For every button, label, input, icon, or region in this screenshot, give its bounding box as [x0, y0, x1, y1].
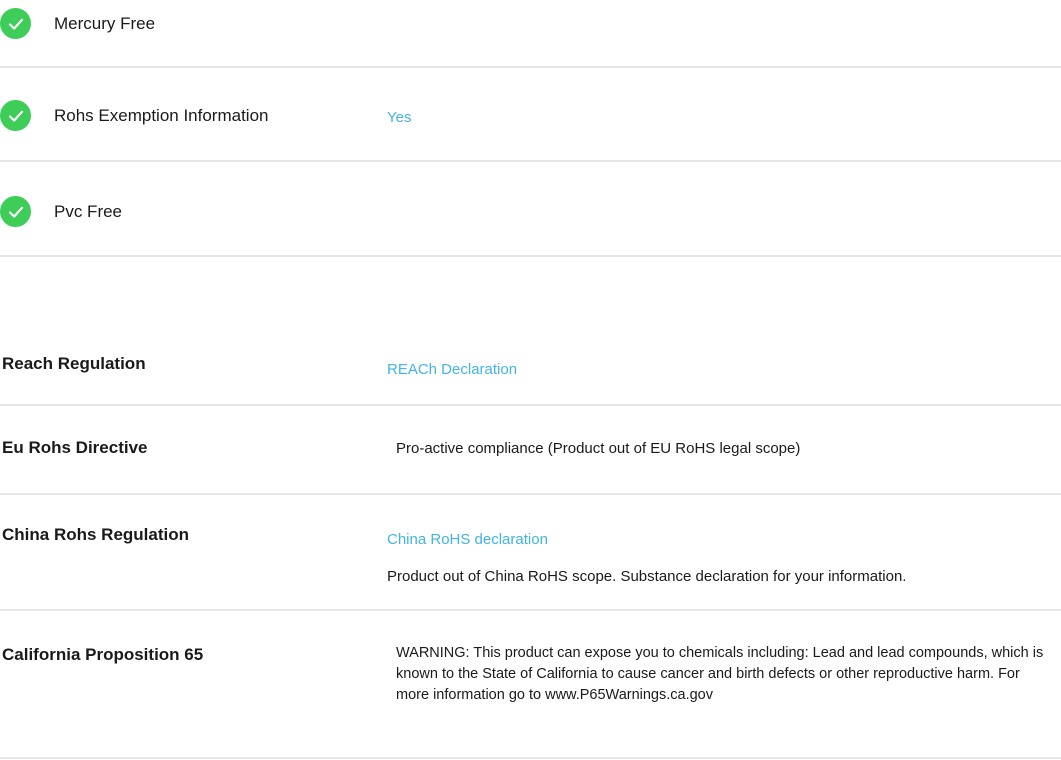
- feature-label: Rohs Exemption Information: [54, 106, 269, 125]
- feature-label: Pvc Free: [54, 202, 123, 221]
- reach-declaration-link[interactable]: REACh Declaration: [387, 361, 517, 379]
- regulation-value: Pro-active compliance (Product out of EU…: [396, 440, 801, 457]
- regulation-note: Product out of China RoHS scope. Substan…: [387, 568, 907, 585]
- divider: [0, 609, 1061, 611]
- check-circle-icon: [0, 196, 31, 227]
- check-circle-icon: [0, 8, 31, 39]
- regulation-label: Eu Rohs Directive: [2, 438, 148, 457]
- regulation-label: China Rohs Regulation: [2, 525, 189, 544]
- china-rohs-declaration-link[interactable]: China RoHS declaration: [387, 531, 548, 549]
- prop65-warning-text: WARNING: This product can expose you to …: [396, 645, 1044, 703]
- feature-label: Mercury Free: [54, 14, 156, 33]
- regulation-label: Reach Regulation: [2, 354, 146, 373]
- check-circle-icon: [0, 100, 31, 131]
- divider: [0, 160, 1061, 162]
- divider: [0, 66, 1061, 68]
- divider: [0, 255, 1061, 257]
- divider: [0, 757, 1061, 759]
- regulation-label: California Proposition 65: [2, 645, 204, 664]
- divider: [0, 493, 1061, 495]
- divider: [0, 404, 1061, 406]
- feature-value: Yes: [387, 109, 412, 126]
